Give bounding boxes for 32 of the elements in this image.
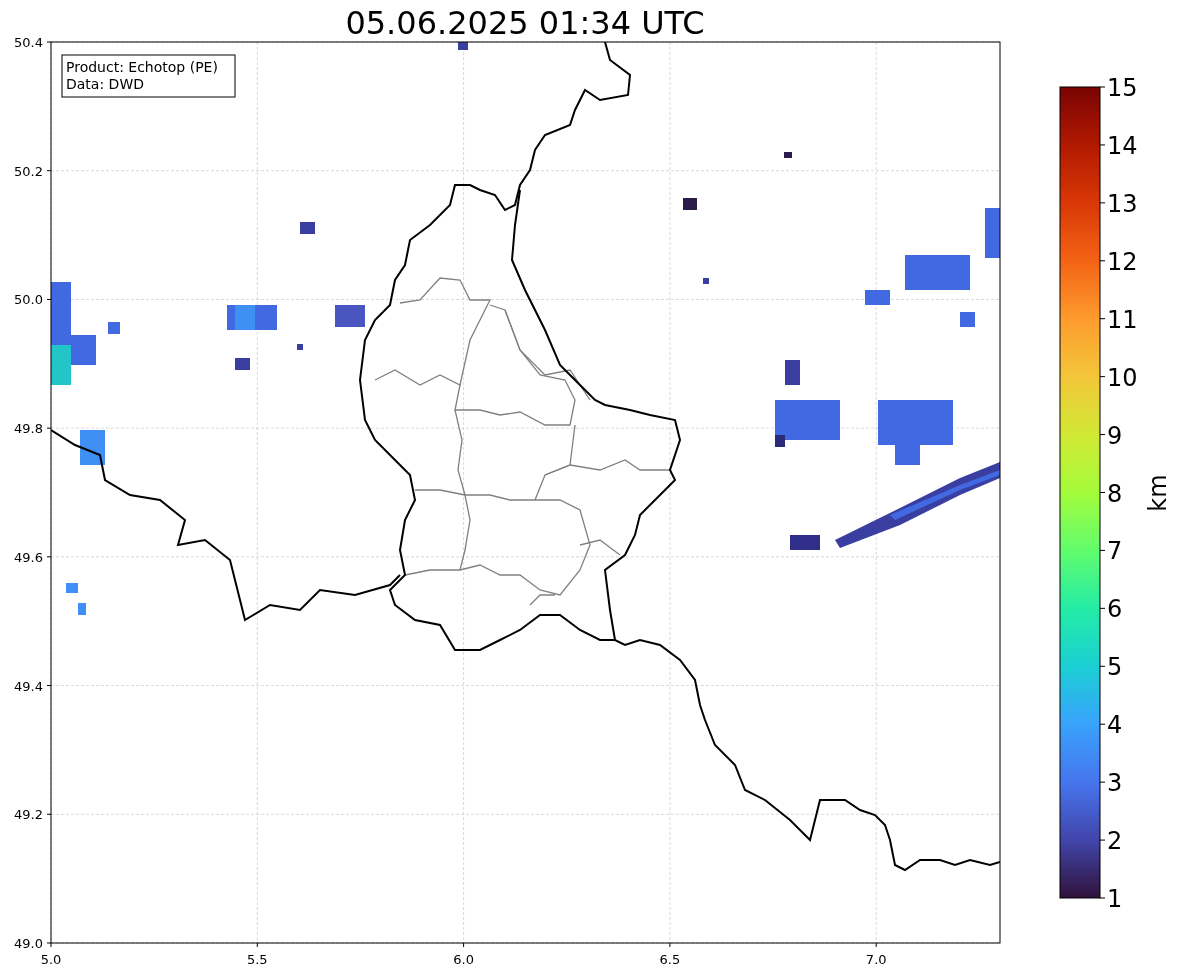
colorbar-tick-label: 8 (1107, 479, 1123, 508)
legend-text: Product: Echotop (PE) (66, 59, 218, 75)
x-tick-label: 5.0 (40, 952, 62, 967)
legend-text: Data: DWD (66, 76, 144, 92)
y-tick-label: 50.2 (14, 163, 43, 179)
colorbar-label: km (1144, 474, 1172, 512)
colorbar-tick-label: 13 (1107, 189, 1138, 218)
colorbar-tick-label: 10 (1107, 363, 1138, 392)
x-tick-label: 6.0 (453, 952, 474, 967)
colorbar-tick-label: 5 (1107, 653, 1123, 682)
colorbar-tick-label: 2 (1107, 827, 1123, 856)
colorbar-tick-label: 6 (1107, 595, 1123, 624)
y-tick-label: 50.0 (14, 292, 43, 308)
colorbar-tick-label: 12 (1107, 247, 1138, 276)
x-tick-label: 5.5 (246, 952, 268, 967)
y-tick-label: 49.8 (14, 421, 43, 437)
colorbar-tick-label: 7 (1107, 537, 1123, 566)
x-tick-label: 7.0 (865, 952, 887, 967)
y-tick-label: 50.4 (14, 35, 43, 50)
colorbar-tick-label: 3 (1107, 769, 1123, 798)
colorbar-tick-label: 9 (1107, 421, 1123, 450)
colorbar-tick-label: 11 (1107, 305, 1138, 334)
chart-title: 05.06.2025 01:34 UTC (345, 4, 705, 42)
colorbar-tick-label: 15 (1107, 74, 1138, 102)
colorbar-tick-label: 4 (1107, 711, 1123, 740)
y-tick-label: 49.6 (14, 549, 43, 565)
y-tick-label: 49.0 (14, 936, 43, 951)
x-tick-label: 6.5 (659, 952, 681, 967)
colorbar-tick-label: 1 (1107, 885, 1123, 913)
y-tick-label: 49.4 (14, 678, 43, 694)
y-tick-label: 49.2 (14, 807, 43, 823)
colorbar-tick-label: 14 (1107, 131, 1138, 160)
